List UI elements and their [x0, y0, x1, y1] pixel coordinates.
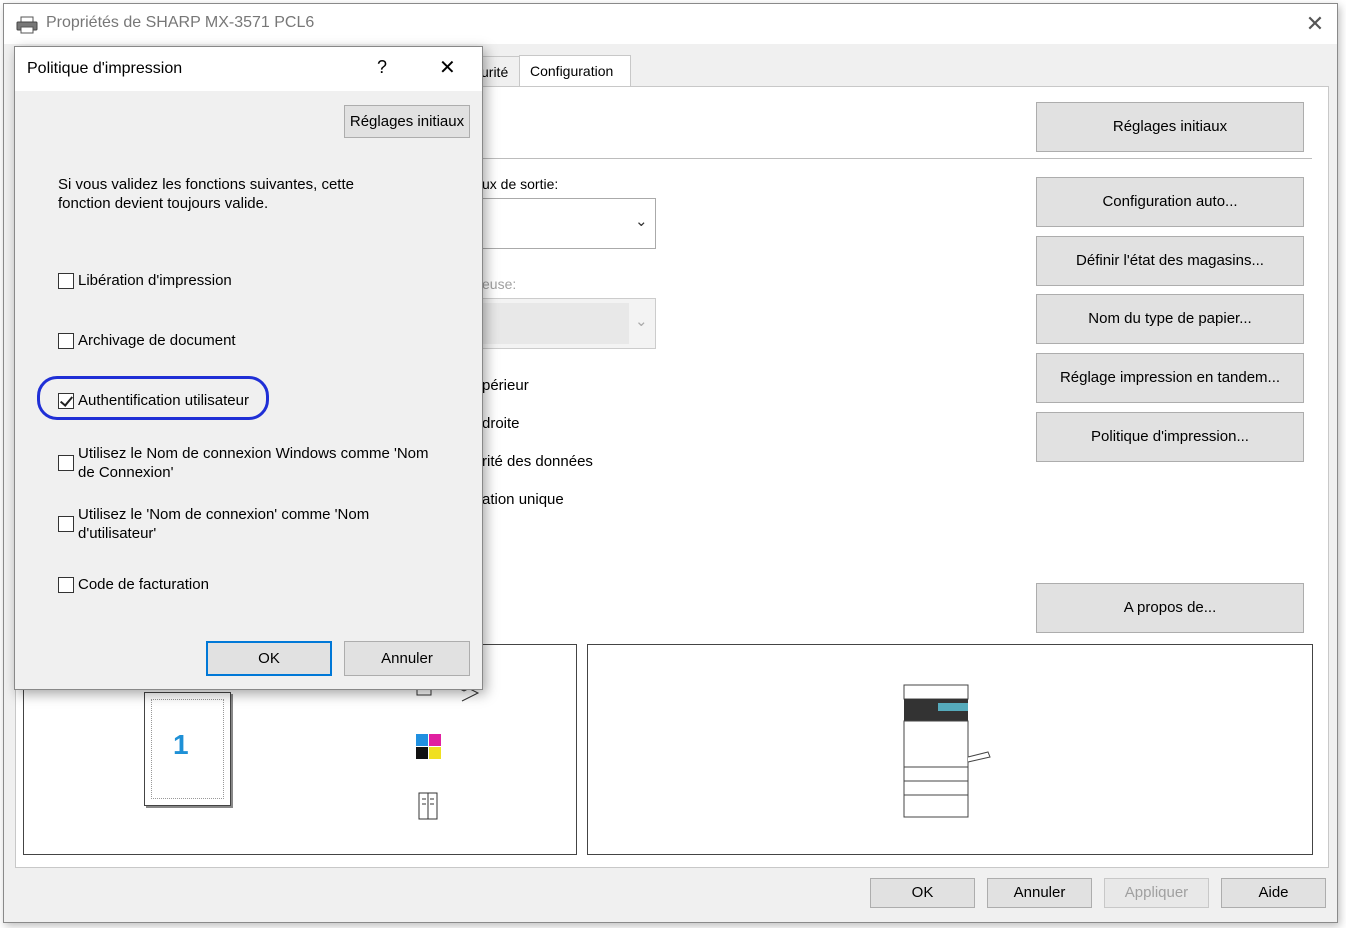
tab-label: urité: [481, 64, 509, 80]
printer-icon: [16, 16, 38, 34]
appliquer-button[interactable]: Appliquer: [1104, 878, 1209, 908]
close-icon[interactable]: ✕: [439, 55, 456, 80]
nom-connexion-utilisateur-checkbox[interactable]: Utilisez le 'Nom de connexion' comme 'No…: [58, 505, 369, 543]
droite-label: droite: [482, 415, 520, 432]
authentification-unique-label: ation unique: [482, 491, 564, 508]
ok-button[interactable]: OK: [870, 878, 975, 908]
aide-button[interactable]: Aide: [1221, 878, 1326, 908]
superieur-label: périeur: [482, 377, 529, 394]
separator: [474, 158, 1312, 159]
tab-label: Configuration: [530, 63, 614, 79]
liberation-impression-checkbox[interactable]: Libération d'impression: [58, 271, 232, 290]
printer-preview-panel: [587, 644, 1313, 855]
help-icon[interactable]: ?: [377, 57, 387, 78]
checkbox-box[interactable]: [58, 455, 74, 471]
sortie-select[interactable]: ⌄: [474, 198, 656, 249]
nom-type-papier-button[interactable]: Nom du type de papier...: [1036, 294, 1304, 344]
color-mode-icon: [416, 734, 441, 759]
authentification-utilisateur-checkbox[interactable]: Authentification utilisateur: [58, 391, 249, 410]
page-number: 1: [173, 729, 189, 760]
window-title: Propriétés de SHARP MX-3571 PCL6: [46, 14, 315, 31]
dialog-title: Politique d'impression: [27, 60, 183, 77]
description-text: Si vous validez les fonctions suivantes,…: [58, 175, 354, 213]
nom-connexion-windows-checkbox[interactable]: Utilisez le Nom de connexion Windows com…: [58, 444, 429, 482]
reglage-tandem-button[interactable]: Réglage impression en tandem...: [1036, 353, 1304, 403]
code-facturation-checkbox[interactable]: Code de facturation: [58, 575, 209, 594]
label-line: d'utilisateur': [78, 525, 157, 542]
ok-button[interactable]: OK: [206, 641, 332, 676]
label-line: Utilisez le Nom de connexion Windows com…: [78, 445, 429, 462]
booklet-icon: [418, 792, 438, 820]
annuler-button[interactable]: Annuler: [987, 878, 1092, 908]
archivage-document-checkbox[interactable]: Archivage de document: [58, 331, 236, 350]
checkbox-label: Libération d'impression: [78, 272, 232, 289]
politique-impression-dialog: Politique d'impression ? ✕ Réglages init…: [14, 46, 483, 690]
label-line: de Connexion': [78, 464, 174, 481]
label-line: Utilisez le 'Nom de connexion' comme 'No…: [78, 506, 370, 523]
reglages-initiaux-button[interactable]: Réglages initiaux: [344, 105, 470, 138]
checkbox-label: Utilisez le Nom de connexion Windows com…: [78, 444, 429, 482]
checkbox-box[interactable]: [58, 272, 74, 289]
page-thumbnail: 1: [144, 692, 231, 806]
sortie-label: ux de sortie:: [482, 176, 559, 192]
checkbox-label: Utilisez le 'Nom de connexion' comme 'No…: [78, 505, 369, 543]
checkbox-label: Archivage de document: [78, 332, 236, 349]
cancel-button[interactable]: Annuler: [344, 641, 470, 676]
politique-impression-button[interactable]: Politique d'impression...: [1036, 412, 1304, 462]
disabled-select: ⌄: [474, 298, 656, 349]
checkbox-box[interactable]: [58, 332, 74, 349]
checkbox-label: Authentification utilisateur: [78, 392, 249, 409]
definir-etat-magasins-button[interactable]: Définir l'état des magasins...: [1036, 236, 1304, 286]
euse-label: euse:: [482, 276, 517, 292]
a-propos-button[interactable]: A propos de...: [1036, 583, 1304, 633]
reglages-initiaux-button[interactable]: Réglages initiaux: [1036, 102, 1304, 152]
chevron-down-icon: ⌄: [635, 213, 648, 230]
configuration-auto-button[interactable]: Configuration auto...: [1036, 177, 1304, 227]
checkbox-box[interactable]: [58, 392, 74, 409]
checkbox-box[interactable]: [58, 516, 74, 532]
description-line: fonction devient toujours valide.: [58, 195, 269, 212]
chevron-down-icon: ⌄: [635, 313, 648, 330]
printer-device-icon: [903, 684, 991, 818]
securite-donnees-label: rité des données: [482, 453, 593, 470]
dialog-titlebar: Politique d'impression ? ✕: [15, 47, 482, 91]
main-titlebar: Propriétés de SHARP MX-3571 PCL6 ✕: [4, 4, 1337, 44]
tab-configuration[interactable]: Configuration: [519, 55, 631, 87]
checkbox-label: Code de facturation: [78, 576, 209, 593]
close-icon[interactable]: ✕: [1300, 10, 1330, 38]
checkbox-box[interactable]: [58, 576, 74, 593]
description-line: Si vous validez les fonctions suivantes,…: [58, 176, 354, 193]
